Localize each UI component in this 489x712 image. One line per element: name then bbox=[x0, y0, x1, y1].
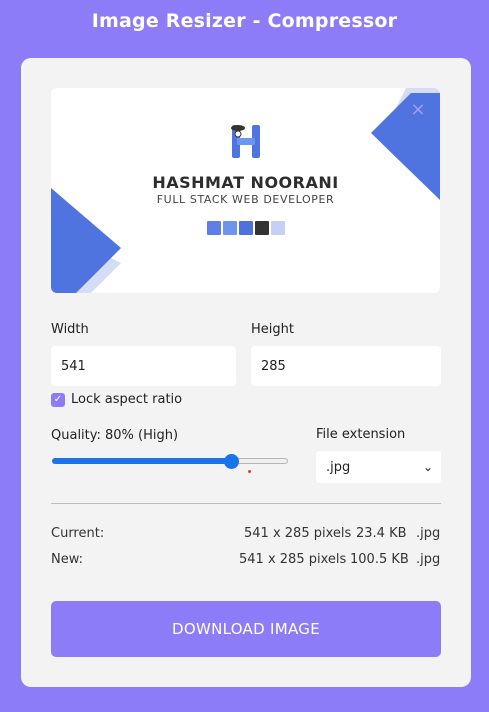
new-size: 541 x 285 pixels bbox=[239, 552, 347, 567]
current-label: Current: bbox=[51, 526, 105, 541]
slider-track-fill bbox=[52, 458, 231, 464]
width-input[interactable]: 541 bbox=[51, 346, 236, 386]
height-input[interactable]: 285 bbox=[251, 346, 441, 386]
brand-subtitle: FULL STACK WEB DEVELOPER bbox=[156, 193, 335, 206]
color-swatches bbox=[207, 221, 285, 235]
color-swatch bbox=[239, 221, 253, 235]
current-kb: 23.4 KB bbox=[356, 526, 407, 541]
extension-label: File extension bbox=[316, 427, 406, 442]
slider-track-rest bbox=[231, 458, 288, 464]
width-label: Width bbox=[51, 322, 89, 337]
lock-aspect-row[interactable]: ✓ Lock aspect ratio bbox=[51, 392, 182, 407]
quality-label: Quality: 80% (High) bbox=[51, 428, 179, 443]
app-title: Image Resizer - Compressor bbox=[91, 10, 398, 32]
divider bbox=[51, 503, 441, 504]
slider-indicator-dot bbox=[248, 470, 251, 473]
color-swatch bbox=[255, 221, 269, 235]
extension-selected-value: .jpg bbox=[326, 459, 351, 475]
brand-name: HASHMAT NOORANI bbox=[152, 173, 339, 192]
quality-slider[interactable] bbox=[52, 454, 288, 469]
new-info-row: New: 541 x 285 pixels 100.5 KB .jpg bbox=[51, 552, 441, 570]
download-button[interactable]: DOWNLOAD IMAGE bbox=[51, 601, 441, 657]
color-swatch bbox=[223, 221, 237, 235]
lock-aspect-label: Lock aspect ratio bbox=[71, 392, 183, 407]
extension-select[interactable]: .jpg ⌄ bbox=[316, 451, 441, 483]
new-label: New: bbox=[51, 552, 84, 567]
current-size: 541 x 285 pixels bbox=[244, 526, 352, 541]
slider-thumb[interactable] bbox=[224, 454, 239, 469]
current-ext: .jpg bbox=[416, 526, 441, 541]
chevron-down-icon: ⌄ bbox=[422, 460, 433, 474]
color-swatch bbox=[271, 221, 285, 235]
resizer-card: × HASHMAT NOORANI FULL STACK WEB DEVELOP… bbox=[21, 58, 471, 687]
lock-aspect-checkbox[interactable]: ✓ bbox=[51, 392, 65, 407]
new-kb: 100.5 KB bbox=[350, 552, 409, 567]
height-label: Height bbox=[251, 322, 294, 337]
image-preview: × HASHMAT NOORANI FULL STACK WEB DEVELOP… bbox=[51, 88, 440, 293]
logo-icon bbox=[231, 125, 260, 158]
close-icon: × bbox=[410, 99, 426, 120]
color-swatch bbox=[207, 221, 221, 235]
new-ext: .jpg bbox=[416, 552, 441, 567]
current-info-row: Current: 541 x 285 pixels 23.4 KB .jpg bbox=[51, 526, 441, 544]
